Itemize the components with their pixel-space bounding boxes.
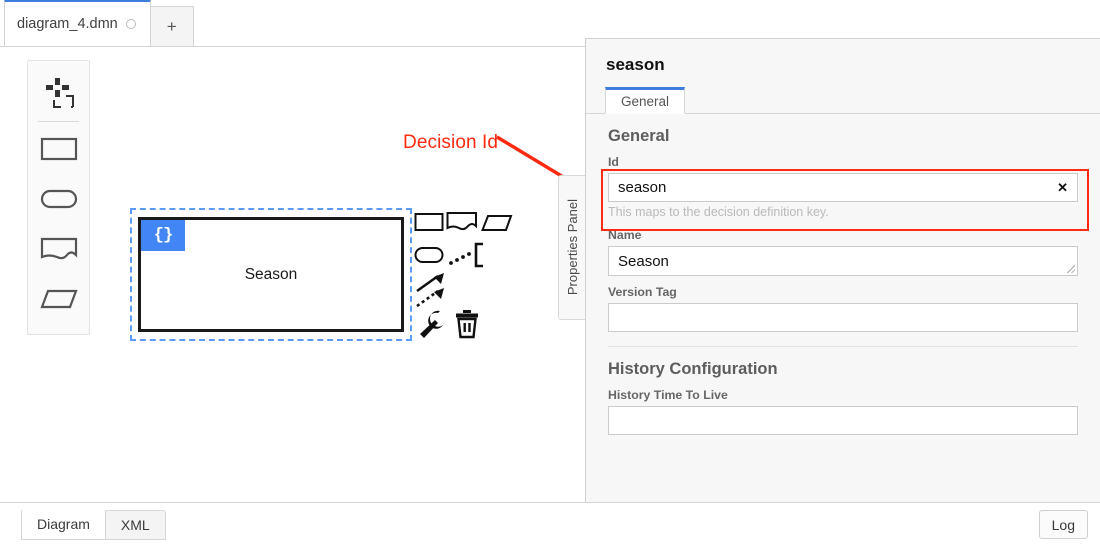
file-tab-label: diagram_4.dmn [17,16,118,32]
diagram-canvas[interactable]: {} Season [0,47,585,502]
input-data-shape-icon [414,246,444,264]
lasso-tool-icon [39,76,79,112]
field-httl-label: History Time To Live [608,388,1078,402]
resize-handle[interactable] [1066,264,1076,274]
decision-shape-icon [39,135,79,163]
tab-xml[interactable]: XML [105,510,166,540]
group-general-title: General [608,114,1078,155]
field-version-tag-label: Version Tag [608,285,1078,299]
properties-tab-bar: General [586,87,1100,114]
decision-element[interactable]: {} Season [130,208,412,341]
palette-item-input-data[interactable] [28,174,89,224]
palette-item-lasso-tool[interactable] [28,69,89,119]
properties-panel-toggle-label: Properties Panel [565,199,580,295]
context-pad-append-business-knowledge-model[interactable] [481,213,513,233]
decision-shape-icon [414,212,444,232]
spacer [608,221,1078,228]
palette-divider [38,121,79,122]
field-version-tag: Version Tag [608,285,1078,334]
spacer [608,278,1078,285]
tab-diagram[interactable]: Diagram [21,509,106,540]
palette-item-business-knowledge-model[interactable] [28,274,89,324]
id-input[interactable]: season ✕ [608,173,1078,202]
group-general: General Id season ✕ This maps to the dec… [586,114,1100,347]
wrench-icon [416,309,448,339]
group-history-title: History Configuration [608,347,1078,388]
context-pad-delete[interactable] [452,309,482,339]
version-tag-input[interactable] [608,303,1078,332]
dmn-modeler-window: diagram_4.dmn + [0,0,1100,546]
decision-shape[interactable]: {} Season [138,217,404,332]
palette-item-knowledge-source[interactable] [28,224,89,274]
group-history-configuration: History Configuration History Time To Li… [586,347,1100,437]
context-pad-change-type[interactable] [416,309,448,339]
decision-label: Season [141,220,401,329]
field-id-label: Id [608,155,1078,169]
context-pad-append-text-annotation[interactable] [448,241,490,269]
properties-panel-toggle[interactable]: Properties Panel [558,175,585,320]
field-id: Id season ✕ This maps to the decision de… [608,155,1078,221]
connect-arrows-icon [414,273,462,313]
name-input[interactable]: Season [608,246,1078,276]
tab-xml-label: XML [121,517,150,533]
context-pad-append-input-data[interactable] [414,245,444,265]
tab-general[interactable]: General [605,87,685,114]
knowledge-source-shape-icon [39,235,79,263]
element-palette [27,60,90,335]
clear-icon[interactable]: ✕ [1057,180,1068,196]
field-history-time-to-live: History Time To Live [608,388,1078,437]
bottom-bar: Diagram XML Log [0,502,1100,546]
trash-icon [453,309,481,339]
id-input-value: season [618,179,666,196]
view-tab-bar: Diagram XML [22,510,166,540]
business-knowledge-model-shape-icon [39,286,79,312]
input-data-shape-icon [39,186,79,212]
file-tab-diagram[interactable]: diagram_4.dmn [4,0,151,46]
history-time-to-live-input[interactable] [608,406,1078,435]
name-input-value: Season [618,253,669,270]
tab-diagram-label: Diagram [37,516,90,532]
field-name-label: Name [608,228,1078,242]
field-id-hint: This maps to the decision definition key… [608,205,1078,219]
knowledge-source-shape-icon [446,211,478,233]
business-knowledge-model-shape-icon [481,214,513,232]
tab-general-label: General [621,94,669,109]
annotation-label: Decision Id [403,132,498,154]
context-pad-connect[interactable] [414,273,462,313]
log-button-label: Log [1052,517,1075,533]
context-pad-append-knowledge-source[interactable] [446,211,478,233]
field-name: Name Season [608,228,1078,278]
unsaved-indicator-icon [126,19,136,29]
properties-panel: season General General Id season ✕ This … [585,38,1100,505]
log-button[interactable]: Log [1039,510,1088,539]
add-tab-button[interactable]: + [150,6,194,46]
plus-icon: + [167,17,177,37]
properties-panel-title: season [586,39,1100,75]
context-pad [414,211,524,346]
palette-item-decision[interactable] [28,124,89,174]
text-annotation-icon [448,241,490,269]
context-pad-append-decision[interactable] [414,211,444,233]
